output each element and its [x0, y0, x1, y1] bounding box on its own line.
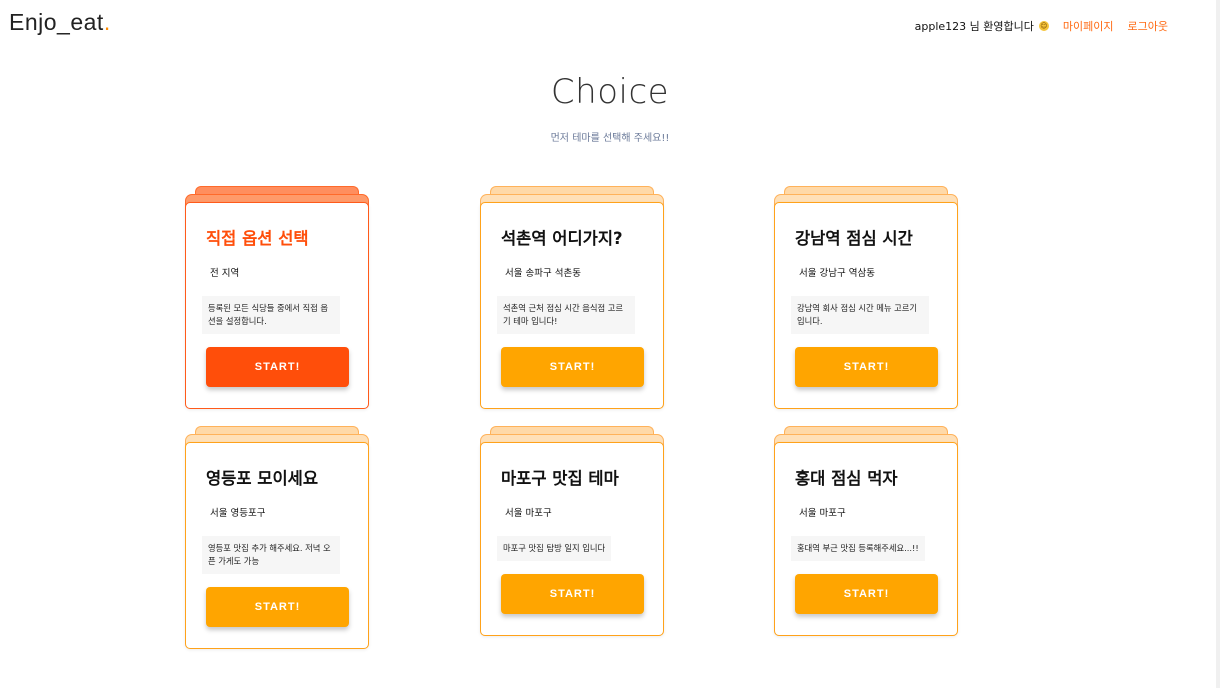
page-title: Choice: [550, 72, 670, 112]
card-title: 영등포 모이세요: [206, 469, 319, 488]
theme-card[interactable]: 강남역 점심 시간 서울 강남구 역삼동 강남역 회사 점심 시간 메뉴 고르기…: [774, 186, 958, 409]
card-description: 홍대역 부근 맛집 등록해주세요...!!: [791, 536, 925, 561]
header-nav: apple123 님 환영합니다 ☺ 마이페이지 로그아웃: [915, 18, 1168, 34]
card-description: 등록된 모든 식당들 중에서 직접 옵션을 설정합니다.: [202, 296, 340, 334]
start-button[interactable]: START!: [501, 574, 644, 614]
card-body: 강남역 점심 시간 서울 강남구 역삼동 강남역 회사 점심 시간 메뉴 고르기…: [774, 202, 958, 409]
theme-card[interactable]: 직접 옵션 선택 전 지역 등록된 모든 식당들 중에서 직접 옵션을 설정합니…: [185, 186, 369, 409]
card-title: 마포구 맛집 테마: [501, 469, 619, 488]
card-body: 석촌역 어디가지? 서울 송파구 석촌동 석촌역 근처 점심 시간 음식점 고르…: [480, 202, 664, 409]
card-title: 홍대 점심 먹자: [795, 469, 898, 488]
theme-card[interactable]: 영등포 모이세요 서울 영등포구 영등포 맛집 추가 해주세요. 저녁 오픈 가…: [185, 426, 369, 649]
card-region: 서울 송파구 석촌동: [505, 268, 581, 279]
card-description: 영등포 맛집 추가 해주세요. 저녁 오픈 가게도 가능: [202, 536, 340, 574]
welcome-message: apple123 님 환영합니다 ☺: [915, 18, 1049, 34]
card-region: 전 지역: [210, 268, 240, 279]
card-title: 강남역 점심 시간: [795, 229, 913, 248]
logo[interactable]: Enjo_eat.: [9, 9, 111, 36]
start-button[interactable]: START!: [206, 587, 349, 627]
card-region: 서울 강남구 역삼동: [799, 268, 875, 279]
card-description: 석촌역 근처 점심 시간 음식점 고르기 테마 입니다!: [497, 296, 635, 334]
theme-card[interactable]: 마포구 맛집 테마 서울 마포구 마포구 맛집 탐방 일지 입니다 START!: [480, 426, 664, 636]
start-button[interactable]: START!: [501, 347, 644, 387]
card-body: 홍대 점심 먹자 서울 마포구 홍대역 부근 맛집 등록해주세요...!! ST…: [774, 442, 958, 636]
logo-dot: .: [103, 9, 111, 35]
card-title: 직접 옵션 선택: [206, 229, 309, 248]
card-body: 마포구 맛집 테마 서울 마포구 마포구 맛집 탐방 일지 입니다 START!: [480, 442, 664, 636]
page-subtitle: 먼저 테마를 선택해 주세요!!: [550, 133, 670, 144]
mypage-link[interactable]: 마이페이지: [1063, 18, 1114, 34]
card-region: 서울 영등포구: [210, 508, 266, 519]
logo-text: Enjo_eat: [9, 9, 104, 35]
start-button[interactable]: START!: [795, 574, 938, 614]
card-title: 석촌역 어디가지?: [501, 229, 623, 248]
smiley-icon: ☺: [1038, 21, 1049, 31]
theme-card[interactable]: 석촌역 어디가지? 서울 송파구 석촌동 석촌역 근처 점심 시간 음식점 고르…: [480, 186, 664, 409]
card-description: 마포구 맛집 탐방 일지 입니다: [497, 536, 612, 561]
card-region: 서울 마포구: [799, 508, 846, 519]
card-description: 강남역 회사 점심 시간 메뉴 고르기 입니다.: [791, 296, 929, 334]
logout-link[interactable]: 로그아웃: [1128, 18, 1168, 34]
card-body: 영등포 모이세요 서울 영등포구 영등포 맛집 추가 해주세요. 저녁 오픈 가…: [185, 442, 369, 649]
theme-card[interactable]: 홍대 점심 먹자 서울 마포구 홍대역 부근 맛집 등록해주세요...!! ST…: [774, 426, 958, 636]
start-button[interactable]: START!: [206, 347, 349, 387]
welcome-text: apple123 님 환영합니다: [914, 20, 1034, 33]
start-button[interactable]: START!: [795, 347, 938, 387]
card-region: 서울 마포구: [505, 508, 552, 519]
card-body: 직접 옵션 선택 전 지역 등록된 모든 식당들 중에서 직접 옵션을 설정합니…: [185, 202, 369, 409]
